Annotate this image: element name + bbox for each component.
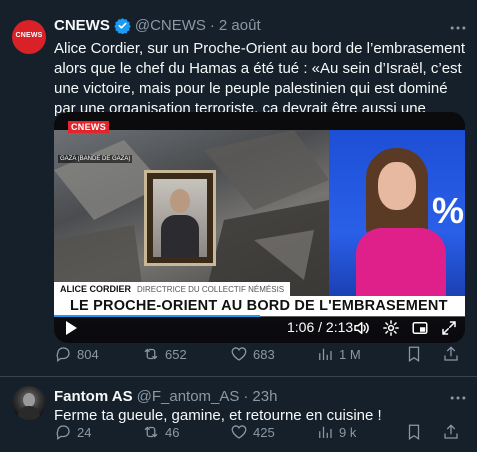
lower-third-name: ALICE CORDIER DIRECTRICE DU COLLECTIF NÉ… <box>54 282 291 296</box>
tweet1-header: CNEWS @CNEWS · 2 août <box>54 17 261 34</box>
repost-button[interactable]: 46 <box>142 423 179 441</box>
bookmark-icon[interactable] <box>405 345 423 363</box>
views-count: 1 M <box>339 346 361 362</box>
portrait-frame <box>144 170 216 266</box>
views-button[interactable]: 9 k <box>316 423 356 441</box>
heart-icon <box>231 425 247 439</box>
fantom-avatar[interactable] <box>12 386 46 420</box>
video-time: 1:06 / 2:13 <box>287 319 354 335</box>
tweet-divider <box>0 376 477 377</box>
reply-button[interactable]: 804 <box>54 345 99 363</box>
video-player[interactable]: % CNEWS GAZA (BANDE DE GAZA) ALICE CORDI… <box>54 112 465 343</box>
like-button[interactable]: 683 <box>230 345 275 363</box>
views-count: 9 k <box>339 424 357 440</box>
reply-icon <box>56 425 70 441</box>
video-top-bar <box>54 112 465 130</box>
share-icon[interactable] <box>442 345 460 363</box>
repost-count: 46 <box>165 424 180 440</box>
volume-icon[interactable] <box>352 319 370 337</box>
heart-icon <box>231 347 247 361</box>
separator-dot: · <box>209 17 215 34</box>
verified-badge-icon <box>114 18 131 34</box>
separator-dot: · <box>243 388 249 405</box>
progress-fill <box>54 315 260 317</box>
reply-count: 24 <box>77 424 92 440</box>
author-handle[interactable]: @CNEWS <box>135 17 206 34</box>
picture-in-picture-icon[interactable] <box>411 319 429 337</box>
tweet-time[interactable]: 23h <box>252 388 277 405</box>
guest-role: DIRECTRICE DU COLLECTIF NÉMÉSIS <box>137 284 285 294</box>
presenter-figure <box>356 148 446 300</box>
channel-logo: CNEWS <box>68 121 109 133</box>
reply-count: 804 <box>77 346 99 362</box>
headline-banner: LE PROCHE-ORIENT AU BORD DE L'EMBRASEMEN… <box>54 296 465 316</box>
like-count: 425 <box>253 424 275 440</box>
video-controls-bar <box>54 316 465 343</box>
repost-button[interactable]: 652 <box>142 345 187 363</box>
fullscreen-icon[interactable] <box>440 319 458 337</box>
author-handle[interactable]: @F_antom_AS <box>137 388 240 405</box>
author-name[interactable]: Fantom AS <box>54 388 133 405</box>
tweet-date[interactable]: 2 août <box>219 17 261 34</box>
views-chart-icon <box>319 348 332 360</box>
views-chart-icon <box>319 426 332 438</box>
reply-button[interactable]: 24 <box>54 423 91 441</box>
repost-count: 652 <box>165 346 187 362</box>
repost-icon <box>144 348 158 360</box>
play-icon[interactable] <box>63 320 79 336</box>
share-icon[interactable] <box>442 423 460 441</box>
headline-text: LE PROCHE-ORIENT AU BORD DE L'EMBRASEMEN… <box>70 298 448 314</box>
cnews-logo-text: CNEWS <box>15 32 43 39</box>
tweet2-header: Fantom AS @F_antom_AS · 23h <box>54 388 277 405</box>
settings-gear-icon[interactable] <box>382 319 400 337</box>
cnews-avatar[interactable]: CNEWS <box>12 20 46 54</box>
repost-icon <box>144 426 158 438</box>
reply-icon <box>56 347 70 363</box>
location-tag: GAZA (BANDE DE GAZA) <box>58 155 133 163</box>
portrait-photo <box>153 179 207 257</box>
like-count: 683 <box>253 346 275 362</box>
guest-name: ALICE CORDIER <box>60 284 132 294</box>
progress-track[interactable] <box>54 315 465 317</box>
author-name[interactable]: CNEWS <box>54 17 110 34</box>
bookmark-icon[interactable] <box>405 423 423 441</box>
views-button[interactable]: 1 M <box>316 345 361 363</box>
like-button[interactable]: 425 <box>230 423 275 441</box>
